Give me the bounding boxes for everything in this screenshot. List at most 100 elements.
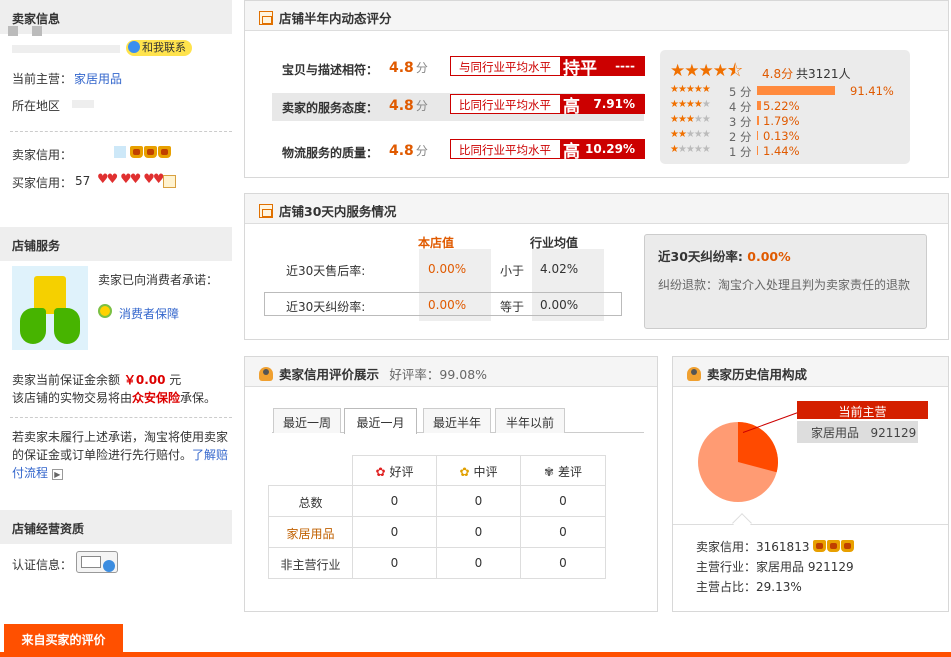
breakdown-pct: 5.22% <box>763 99 800 113</box>
mid-column-header: ✿ 中评 <box>436 455 521 486</box>
consumer-guarantee-link[interactable]: 消费者保障 <box>119 305 179 322</box>
location-redacted <box>72 100 94 108</box>
industry-avg-heading: 行业均值 <box>530 236 579 250</box>
credit-row-good: 0 <box>352 516 437 548</box>
dsr-level: 持平 <box>563 59 597 79</box>
divider <box>10 131 232 132</box>
service30-title: 店铺30天内服务情况 <box>279 204 397 219</box>
buyer-credit-label: 买家信用： <box>12 176 73 190</box>
crown-icon <box>827 540 841 552</box>
dsr-compare-tag: 高 7.91% <box>560 94 645 117</box>
bad-label: 差评 <box>557 465 582 479</box>
breakdown-stars: ★★★★★ <box>670 129 711 140</box>
guarantee-icon <box>98 304 112 318</box>
good-label: 好评 <box>389 465 414 479</box>
dsr-compare-tag: 持平 ---- <box>560 56 645 79</box>
star-icon: ★★★★ <box>670 61 728 81</box>
credit-tab-4[interactable]: 半年以前 <box>495 408 565 433</box>
dispute-info-label: 近30天纠纷率: <box>658 249 743 264</box>
main-business-label: 当前主营： <box>12 72 73 86</box>
breakdown-bar <box>757 131 758 140</box>
credit-row-bad: 0 <box>520 485 606 517</box>
rating-summary-stars: ★★★★⯪ <box>670 58 743 87</box>
dsr-score-unit: 分 <box>415 99 428 113</box>
shop-value-heading: 本店值 <box>418 236 455 250</box>
qualification-heading: 店铺经营资质 <box>0 510 232 544</box>
breakdown-stars: ★★★★★ <box>670 84 711 95</box>
breakdown-label: 1 分 <box>729 145 752 159</box>
breakdown-bar <box>757 101 761 110</box>
consumer-protection-image <box>12 266 88 350</box>
credit-row-mid: 0 <box>436 516 521 548</box>
calendar-icon <box>259 204 273 218</box>
dsr-score-unit: 分 <box>415 61 428 75</box>
dsr-row-score: 4.8 分 <box>389 142 428 159</box>
credit-panel-header: 卖家信用评价展示 好评率：99.08% <box>245 357 657 387</box>
credit-detail-icon[interactable] <box>163 175 176 188</box>
callout-title: 当前主营 <box>797 401 928 419</box>
dsr-compare-label: 比同行业平均水平 <box>450 94 562 114</box>
dsr-row-label: 宝贝与描述相符： <box>282 63 379 77</box>
credit-title: 卖家信用评价展示 <box>279 367 380 382</box>
breakdown-label: 2 分 <box>729 130 752 144</box>
history-main-industry: 主营行业：家居用品 921129 <box>696 558 854 575</box>
main-ratio-value: 29.13% <box>756 580 802 594</box>
dsr-compare-label: 比同行业平均水平 <box>450 139 562 159</box>
credit-row-mid: 0 <box>436 547 521 579</box>
star-icon: ★★★★ <box>670 99 703 110</box>
credit-row-label: 总数 <box>268 485 353 517</box>
rating-summary-score: 4.8分 <box>762 67 794 81</box>
dsr-score-value: 4.8 <box>389 98 414 114</box>
arrow-right-icon: ▶ <box>51 469 63 480</box>
bad-column-header: ✾ 差评 <box>520 455 606 486</box>
main-ratio-label: 主营占比： <box>696 580 757 594</box>
buyer-reviews-tab[interactable]: 来自买家的评价 <box>4 624 123 654</box>
breakdown-pct: 91.41% <box>850 84 894 98</box>
contact-seller-button[interactable]: 和我联系 <box>126 40 192 56</box>
credit-row-mid: 0 <box>436 485 521 517</box>
service-row-label: 近30天售后率: <box>286 264 366 278</box>
credit-tab-3[interactable]: 最近半年 <box>423 408 491 433</box>
history-credit-label: 卖家信用： <box>696 540 757 554</box>
mid-label: 中评 <box>473 465 498 479</box>
dispute-info-value: 0.00% <box>747 249 791 264</box>
breach-text: 若卖家未履行上述承诺，淘宝将使用卖家的保证金或订单险进行先行赔付。了解赔付流程 … <box>12 428 230 482</box>
history-credit-value: 3161813 <box>756 540 810 554</box>
seller-avatar-placeholder <box>8 26 18 36</box>
breakdown-pct: 0.13% <box>763 129 800 143</box>
seller-avatar-placeholder <box>32 26 42 36</box>
shop-service-heading: 店铺服务 <box>0 227 232 261</box>
breakdown-bar <box>757 146 758 155</box>
good-rate: 好评率：99.08% <box>389 367 488 382</box>
credit-tab-2[interactable]: 最近一月 <box>344 408 417 434</box>
callout-body: 家居用品 921129 <box>797 421 918 443</box>
chat-icon <box>128 41 140 53</box>
star-empty-icon: ★★★★ <box>677 144 711 155</box>
service-row-label: 近30天纠纷率: <box>286 300 366 314</box>
deposit-text: 卖家当前保证金余额 ￥0.00 元该店铺的实物交易将由众安保险承保。 <box>12 371 232 407</box>
dsr-score-unit: 分 <box>415 144 428 158</box>
half-star-icon: ⯪ <box>726 61 744 81</box>
main-industry-label: 主营行业： <box>696 560 757 574</box>
crown-icon <box>144 146 157 158</box>
breakdown-bar <box>757 116 759 125</box>
dsr-score-value: 4.8 <box>389 143 414 159</box>
credit-row-bad: 0 <box>520 516 606 548</box>
dsr-pct: 7.91% <box>593 97 635 111</box>
divider <box>10 417 232 418</box>
certificate-icon[interactable] <box>76 551 118 573</box>
credit-row-label[interactable]: 家居用品 <box>268 516 353 548</box>
dsr-pct: 10.29% <box>585 142 635 156</box>
hand-icon <box>20 308 46 344</box>
deposit-amount: ￥0.00 <box>123 373 166 387</box>
flower-good-icon: ✿ <box>375 465 386 479</box>
credit-tab-1[interactable]: 最近一周 <box>273 408 341 433</box>
main-business-link[interactable]: 家居用品 <box>74 70 122 87</box>
dsr-panel-header: 店铺半年内动态评分 <box>245 1 948 31</box>
service-row-industry-value: 0.00% <box>540 298 579 312</box>
heart-icon: ♥♥ <box>97 172 118 187</box>
history-divider <box>673 524 948 525</box>
history-main-ratio: 主营占比：29.13% <box>696 578 802 595</box>
flower-bad-icon: ✾ <box>544 465 555 479</box>
credit-row-label: 非主营行业 <box>268 547 353 579</box>
